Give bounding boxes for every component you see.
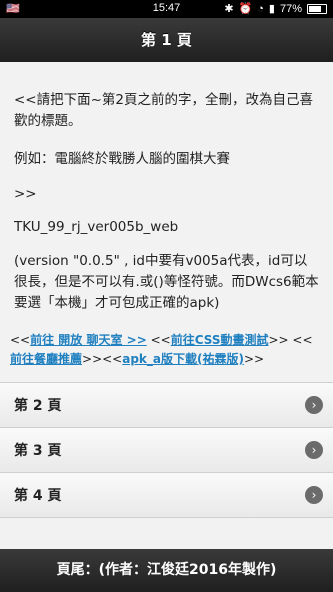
bluetooth-icon: ✱ <box>224 3 234 15</box>
chevron-right-icon: › <box>305 486 323 504</box>
restaurant-link[interactable]: 前往餐廳推薦 <box>10 352 82 366</box>
signal-icon: ▮ <box>268 3 275 15</box>
battery-percent: 77% <box>279 2 302 15</box>
footer-text: 頁尾：(作者：江俊廷2016年製作) <box>56 562 277 578</box>
chevron-right-icon: › <box>305 396 323 414</box>
example-text: 例如：電腦終於戰勝人腦的圍棋大賽 <box>14 151 230 167</box>
alarm-icon: ⏰ <box>238 3 253 15</box>
page-content: <<請把下面~第2頁之前的字，全刪，改為自己喜歡的標題。 例如：電腦終於戰勝人腦… <box>0 62 333 382</box>
list-item-label: 第 2 頁 <box>14 398 62 414</box>
list-item-page-2[interactable]: 第 2 頁 › <box>0 382 333 427</box>
page-footer: 頁尾：(作者：江俊廷2016年製作) <box>0 549 333 592</box>
apk-download-link[interactable]: apk_a版下載(祐霖版) <box>122 352 244 366</box>
list-item-page-3[interactable]: 第 3 頁 › <box>0 427 333 472</box>
chat-room-link[interactable]: 前往 開放 聊天室 >> <box>30 333 147 347</box>
page-header: 第 1 頁 <box>0 18 333 62</box>
list-item-page-4[interactable]: 第 4 頁 › <box>0 472 333 517</box>
wifi-icon: ◔ <box>257 2 264 15</box>
page-title: 第 1 頁 <box>141 31 192 49</box>
closing-marker: >> <box>14 186 37 202</box>
link-row: <<前往 開放 聊天室 >> <<前往CSS動畫測試>> <<前往餐廳推薦>><… <box>10 333 313 366</box>
version-note: (version "0.0.5" , id中要有v005a代表，id可以很長，但… <box>14 253 319 311</box>
list-item-label: 第 3 頁 <box>14 443 62 459</box>
chevron-right-icon: › <box>305 441 323 459</box>
status-bar: 🇺🇸 15:47 ✱ ⏰ ◔ ▮ 77% <box>0 0 333 18</box>
app-id-text: TKU_99_rj_ver005b_web <box>14 219 179 235</box>
page-list: 第 2 頁 › 第 3 頁 › 第 4 頁 › <box>0 382 333 518</box>
divider <box>0 517 333 518</box>
css-animation-link[interactable]: 前往CSS動畫測試 <box>171 333 269 347</box>
list-item-label: 第 4 頁 <box>14 488 62 504</box>
instruction-text: <<請把下面~第2頁之前的字，全刪，改為自己喜歡的標題。 <box>14 92 314 129</box>
status-icons: ✱ ⏰ ◔ ▮ 77% <box>224 2 327 15</box>
battery-icon <box>307 3 327 14</box>
